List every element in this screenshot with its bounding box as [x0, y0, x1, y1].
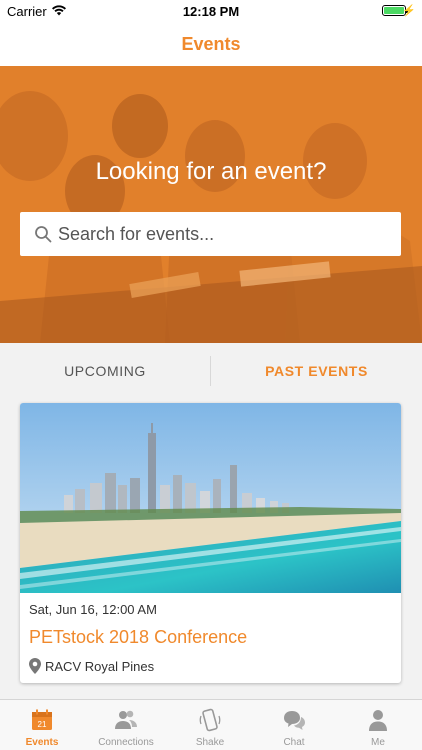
- pin-icon: [29, 658, 41, 674]
- tab-past-events[interactable]: PAST EVENTS: [211, 343, 422, 399]
- phone-shake-icon: [199, 708, 221, 732]
- search-input[interactable]: [58, 212, 388, 256]
- bottom-tab-bar: 21 Events Connections Shake Chat Me: [0, 699, 422, 750]
- tabbar-item-events[interactable]: 21 Events: [0, 700, 84, 750]
- person-icon: [369, 710, 387, 731]
- tabbar-label-events: Events: [25, 737, 59, 748]
- tabbar-item-connections[interactable]: Connections: [84, 700, 168, 750]
- tabbar-item-chat[interactable]: Chat: [252, 700, 336, 750]
- event-date: Sat, Jun 16, 12:00 AM: [29, 602, 157, 617]
- hero-banner: Looking for an event?: [0, 66, 422, 343]
- page-title: Events: [181, 34, 241, 54]
- tabbar-label-chat: Chat: [283, 737, 305, 748]
- calendar-badge-text: 21: [38, 720, 47, 729]
- event-location-label: RACV Royal Pines: [45, 659, 155, 674]
- tabbar-item-me[interactable]: Me: [336, 700, 420, 750]
- event-title[interactable]: PETstock 2018 Conference: [29, 627, 247, 648]
- charging-icon: ⚡: [402, 5, 416, 17]
- search-bar[interactable]: [20, 212, 401, 256]
- calendar-icon: 21: [32, 709, 52, 730]
- search-icon: [35, 226, 52, 243]
- tabbar-label-me: Me: [371, 737, 385, 748]
- tabbar-item-shake[interactable]: Shake: [168, 700, 252, 750]
- people-icon: [115, 710, 137, 729]
- hero-headline: Looking for an event?: [95, 158, 327, 185]
- event-tabs: UPCOMING PAST EVENTS: [0, 343, 422, 399]
- tab-upcoming[interactable]: UPCOMING: [0, 343, 210, 399]
- status-bar: Carrier 12:18 PM ⚡: [0, 0, 422, 22]
- events-screen: Carrier 12:18 PM ⚡ Events Looking for an…: [0, 0, 422, 750]
- nav-bar: Events: [0, 22, 422, 66]
- chat-bubbles-icon: [284, 711, 305, 730]
- event-image: [20, 403, 401, 593]
- event-card[interactable]: Sat, Jun 16, 12:00 AM PETstock 2018 Conf…: [20, 403, 401, 683]
- status-time: 12:18 PM: [182, 4, 240, 19]
- tabbar-label-shake: Shake: [195, 737, 225, 748]
- hero-overlay: [0, 66, 422, 343]
- tabbar-label-connections: Connections: [98, 737, 154, 748]
